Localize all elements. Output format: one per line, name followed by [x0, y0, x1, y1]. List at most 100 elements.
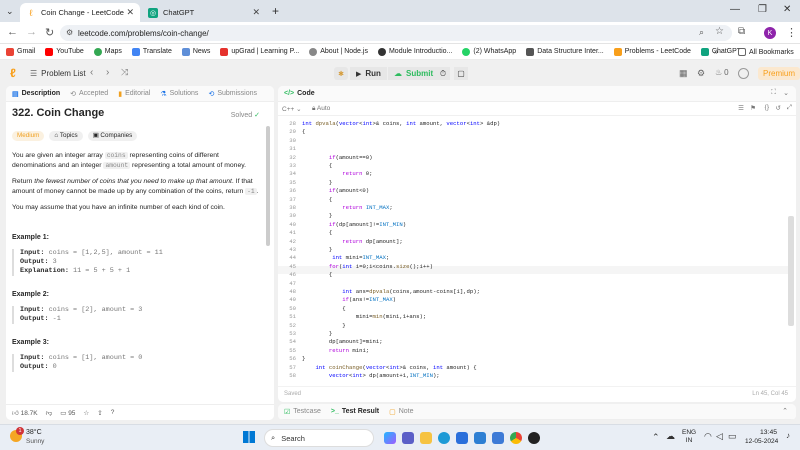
forward-icon[interactable]: → [26, 26, 37, 38]
bookmark-whatsapp[interactable]: (2) WhatsApp [462, 47, 516, 56]
tab-description[interactable]: ▤ Description [12, 90, 60, 98]
bookmark-upgrad[interactable]: upGrad | Learning P... [220, 47, 299, 56]
tab-search-icon[interactable]: ⌄ [6, 6, 14, 17]
code-line[interactable]: 46 { [278, 271, 788, 279]
code-line[interactable]: 34 return 0; [278, 170, 788, 178]
vscode-icon[interactable] [474, 432, 486, 444]
braces-icon[interactable]: {} [765, 104, 769, 111]
close-icon[interactable]: ✕ [126, 7, 134, 18]
minimize-icon[interactable]: — [730, 4, 740, 15]
bookmark-nodejs[interactable]: About | Node.js [309, 47, 368, 56]
next-problem-icon[interactable]: › [106, 67, 109, 78]
taskbar-search[interactable]: ⌕ Search [264, 429, 374, 447]
bookmark-leetcode[interactable]: Problems - LeetCode [613, 47, 691, 56]
code-line[interactable]: 47 [278, 280, 788, 288]
format-icon[interactable]: ☰ [738, 104, 744, 112]
code-line[interactable]: 31 [278, 145, 788, 153]
tab-note[interactable]: ▢ Note [389, 408, 413, 416]
dislike-button[interactable]: 👎︎ [46, 409, 53, 417]
close-icon[interactable]: ✕ [252, 7, 260, 18]
star-icon[interactable]: ☆ [83, 409, 89, 417]
code-line[interactable]: 33 { [278, 162, 788, 170]
tab-editorial[interactable]: ▮ Editorial [118, 90, 150, 98]
profile-avatar[interactable]: K [764, 27, 776, 39]
code-line[interactable]: 57 int coinChange(vector<int>& coins, in… [278, 364, 788, 372]
reset-icon[interactable]: ↺ [776, 104, 781, 112]
battery-icon[interactable]: ▭ [728, 431, 737, 442]
code-line[interactable]: 50 { [278, 305, 788, 313]
file-explorer-icon[interactable] [420, 432, 432, 444]
bookmark-dsi[interactable]: Data Structure Inter... [526, 47, 604, 56]
code-line[interactable]: 56} [278, 355, 788, 363]
store-icon[interactable] [456, 432, 468, 444]
wifi-icon[interactable]: ◠ [704, 431, 712, 442]
fullscreen-icon[interactable]: ⤢ [787, 104, 792, 112]
weather-temp[interactable]: 38°C [26, 429, 42, 436]
run-button[interactable]: ▶ Run [350, 67, 387, 80]
code-line[interactable]: 45 for(int i=0;i<coins.size();i++) [278, 263, 788, 271]
leetcode-logo[interactable]: ℓ [10, 66, 16, 80]
premium-button[interactable]: Premium [758, 67, 800, 80]
like-button[interactable]: 👍︎ 18.7K [12, 409, 38, 417]
user-avatar-icon[interactable] [738, 68, 749, 79]
windows-start-icon[interactable] [243, 431, 255, 443]
edge-icon[interactable] [438, 432, 450, 444]
bookmark-youtube[interactable]: YouTube [45, 47, 84, 56]
timer-icon[interactable]: ⏱ [436, 67, 450, 80]
collapse-icon[interactable]: ⌄ [783, 89, 789, 97]
cloud-icon[interactable]: ☁ [666, 431, 675, 442]
submit-button[interactable]: ☁ Submit [388, 67, 440, 80]
topics-badge[interactable]: ⌂ Topics [49, 131, 83, 141]
expand-icon[interactable]: ⌃ [782, 407, 788, 415]
code-line[interactable]: 51 mini=min(mini,1+ans); [278, 313, 788, 321]
code-line[interactable]: 36 if(amount<0) [278, 187, 788, 195]
code-line[interactable]: 35 } [278, 179, 788, 187]
bookmark-icon[interactable]: ⚑ [750, 104, 756, 112]
media-player-icon[interactable] [528, 432, 540, 444]
copilot-icon[interactable] [384, 432, 396, 444]
bookmark-gmail[interactable]: Gmail [6, 47, 35, 56]
chrome-icon[interactable] [510, 432, 522, 444]
settings-icon[interactable]: ⚙ [697, 68, 705, 79]
code-line[interactable]: 42 return dp[amount]; [278, 238, 788, 246]
zoom-icon[interactable]: ⌕ [699, 27, 704, 38]
bookmark-translate[interactable]: Translate [131, 47, 172, 56]
companies-badge[interactable]: ▣ Companies [87, 131, 138, 141]
autocomplete-toggle[interactable]: 🔒︎ Auto [312, 105, 330, 113]
code-line[interactable]: 55 return mini; [278, 347, 788, 355]
code-line[interactable]: 58 vector<int> dp(amount+1,INT_MIN); [278, 372, 788, 380]
new-tab-button[interactable]: + [272, 4, 279, 18]
tray-chevron-icon[interactable]: ⌃ [652, 432, 660, 443]
tab-accepted[interactable]: ⟲ Accepted [70, 90, 108, 98]
notes-icon[interactable]: ▢ [454, 67, 468, 80]
code-line[interactable]: 28 int dpvala(vector<int>& coins, int amo… [278, 120, 788, 128]
code-line[interactable]: 44 int mini=INT_MAX; [278, 254, 788, 262]
code-line[interactable]: 38 return INT_MAX; [278, 204, 788, 212]
tab-testcase[interactable]: ☑ Testcase [284, 408, 321, 416]
teams-icon[interactable] [402, 432, 414, 444]
reload-icon[interactable]: ↻ [45, 26, 54, 39]
comments-button[interactable]: ▭ 95 [60, 409, 75, 417]
tab-chatgpt[interactable]: ◎ ChatGPT ✕ [142, 3, 266, 22]
bookmark-chatgpt[interactable]: ChatGPT [700, 47, 741, 56]
code-line[interactable]: 32 if(amount==0) [278, 154, 788, 162]
volume-icon[interactable]: ◁ [716, 431, 723, 442]
notification-bell-icon[interactable]: ♪ [786, 431, 790, 440]
code-line[interactable]: 41 { [278, 229, 788, 237]
maximize-icon[interactable]: ⛶ [771, 89, 776, 97]
code-editor[interactable]: 28 int dpvala(vector<int>& coins, int amo… [278, 120, 788, 382]
tab-submissions[interactable]: ⟲ Submissions [208, 90, 257, 98]
bookmark-star-icon[interactable]: ☆ [715, 26, 724, 37]
prev-problem-icon[interactable]: ‹ [90, 67, 93, 78]
difficulty-badge[interactable]: Medium [12, 131, 45, 141]
code-line[interactable]: 30 [278, 137, 788, 145]
close-window-icon[interactable]: ✕ [783, 4, 791, 15]
tab-leetcode[interactable]: ℓ Coin Change - LeetCode ✕ [20, 3, 140, 22]
code-line[interactable]: 39 } [278, 212, 788, 220]
bookmark-news[interactable]: News [181, 47, 210, 56]
shuffle-icon[interactable]: ⤨ [121, 67, 128, 78]
code-line[interactable]: 37 { [278, 196, 788, 204]
code-line[interactable]: 49 if(ans!=INT_MAX) [278, 296, 788, 304]
code-line[interactable]: 54 dp[amount]=mini; [278, 338, 788, 346]
bookmark-module[interactable]: Module Introductio... [377, 47, 452, 56]
